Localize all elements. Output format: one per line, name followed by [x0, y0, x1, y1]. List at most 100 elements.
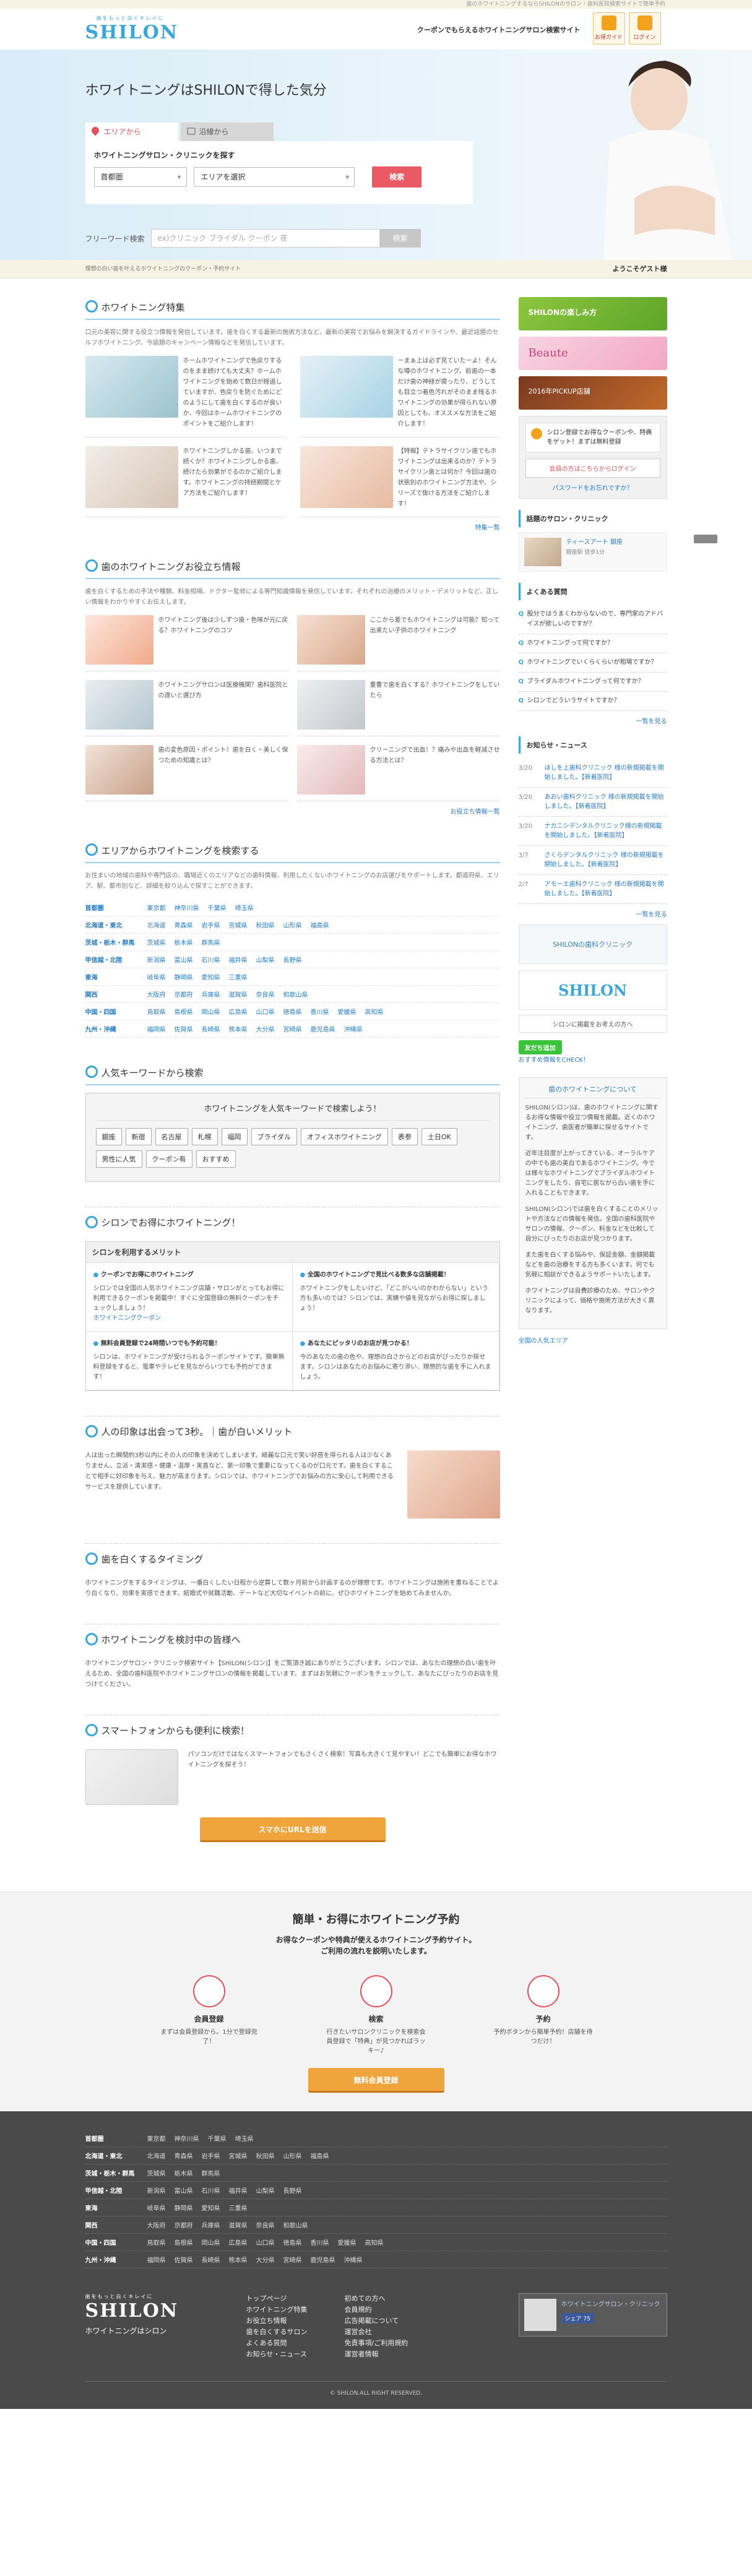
prefecture-link[interactable]: 宮崎県	[283, 1024, 302, 1033]
keyword-tag[interactable]: 福岡	[221, 1128, 248, 1145]
prefecture-link[interactable]: 福井県	[229, 955, 248, 964]
prefecture-link[interactable]: 福島県	[311, 920, 329, 929]
prefecture-link[interactable]: 熊本県	[229, 2255, 248, 2264]
news-item[interactable]: 3/7 さくらデンタルクリニック 様の新規掲載を開始しました。【新着医院】	[518, 846, 667, 875]
prefecture-link[interactable]: 三重県	[229, 2203, 248, 2212]
prefecture-link[interactable]: 愛知県	[202, 2203, 220, 2212]
keyword-tag[interactable]: 表参	[391, 1128, 418, 1145]
prefecture-select[interactable]: 首都圏	[93, 167, 187, 187]
sidebar-banner-pickup[interactable]: 2016年PICKUP店舗	[518, 376, 667, 410]
area-select[interactable]: エリアを選択	[194, 167, 355, 187]
keyword-tag[interactable]: おすすめ	[196, 1150, 236, 1168]
prefecture-link[interactable]: 京都府	[175, 2220, 193, 2229]
prefecture-link[interactable]: 青森県	[175, 920, 193, 929]
tip-card[interactable]: ホワイトニングサロンは医療機関？歯科医院との違いと選び方	[85, 680, 288, 736]
area-search-button[interactable]: 検索	[372, 166, 422, 187]
news-item[interactable]: 3/20 ほしを上歯科クリニック 様の新規掲載を開始しました。【新着医院】	[518, 759, 667, 788]
prefecture-link[interactable]: 群馬県	[202, 937, 220, 947]
news-item[interactable]: 2/7 アモーエ歯科クリニック 様の新規掲載を開始しました。【新着医院】	[518, 875, 667, 904]
tip-card[interactable]: クリーニングで出血！？痛みや出血を軽減させる方法とは？	[296, 745, 500, 801]
prefecture-link[interactable]: 大阪府	[147, 989, 166, 999]
prefecture-link[interactable]: 奈良県	[256, 2220, 275, 2229]
prefecture-link[interactable]: 山梨県	[256, 2186, 275, 2195]
footer-link[interactable]: お知らせ・ニュース	[246, 2349, 308, 2360]
prefecture-link[interactable]: 島根県	[175, 1007, 193, 1016]
footer-facebook-banner[interactable]: ホワイトニングサロン・クリニック シェア 75	[518, 2293, 667, 2337]
prefecture-link[interactable]: 鹿児島県	[311, 2255, 335, 2264]
prefecture-link[interactable]: 滋賀県	[229, 2220, 248, 2229]
tip-card[interactable]: ここから差でもホワイトニングは可能？知って出来たい子供のホワイトニング	[296, 615, 500, 671]
sidebar-banner-guide[interactable]: SHILONの楽しみ方	[518, 297, 667, 330]
send-url-button[interactable]: スマホにURLを送信	[199, 1817, 386, 1842]
prefecture-link[interactable]: 千葉県	[208, 2134, 227, 2143]
prefecture-link[interactable]: 大分県	[256, 1024, 275, 1033]
prefecture-link[interactable]: 岩手県	[202, 2151, 220, 2160]
prefecture-link[interactable]: 大分県	[256, 2255, 275, 2264]
coupon-link[interactable]: ホワイトニングクーポン	[93, 1315, 162, 1322]
feature-card[interactable]: ホームホワイトニングで色戻りするのをまま続けても大丈夫？ホームホワイトニングを始…	[85, 356, 285, 437]
keyword-tag[interactable]: 銀座	[95, 1128, 122, 1145]
prefecture-link[interactable]: 三重県	[229, 972, 248, 981]
prefecture-link[interactable]: 愛知県	[202, 972, 220, 981]
prefecture-link[interactable]: 兵庫県	[202, 989, 220, 999]
faq-item[interactable]: シロンでどういうサイトですか？	[518, 692, 667, 711]
prefecture-link[interactable]: 愛媛県	[338, 2238, 357, 2247]
page-side-tab[interactable]	[694, 535, 717, 543]
prefecture-link[interactable]: 滋賀県	[229, 989, 248, 999]
footer-link[interactable]: ホワイトニング特集	[246, 2304, 308, 2315]
faq-item[interactable]: ホワイトニングでいくらくらいが相場ですか？	[518, 653, 667, 673]
prefecture-link[interactable]: 福島県	[311, 2151, 329, 2160]
feature-more-link[interactable]: 特集一覧	[475, 525, 500, 532]
prefecture-link[interactable]: 岐阜県	[147, 972, 166, 981]
prefecture-link[interactable]: 新潟県	[147, 955, 166, 964]
keyword-tag[interactable]: クーポン有	[145, 1150, 192, 1168]
freeword-search-button[interactable]: 検索	[379, 229, 421, 248]
faq-item[interactable]: ホワイトニングって何ですか？	[518, 634, 667, 653]
freeword-input[interactable]: ex)クリニック ブライダル クーポン 夜	[150, 229, 380, 248]
footer-link[interactable]: トップページ	[246, 2293, 308, 2304]
prefecture-link[interactable]: 山形県	[283, 920, 302, 929]
prefecture-link[interactable]: 長崎県	[202, 1024, 220, 1033]
prefecture-link[interactable]: 和歌山県	[283, 2220, 308, 2229]
prefecture-link[interactable]: 大阪府	[147, 2220, 166, 2229]
prefecture-link[interactable]: 香川県	[311, 2238, 329, 2247]
forgot-password-link[interactable]: パスワードをお忘れですか？	[525, 483, 660, 492]
prefecture-link[interactable]: 徳島県	[283, 1007, 302, 1016]
line-info-link[interactable]: おすすめ情報をCHECK！	[519, 1057, 589, 1064]
keyword-tag[interactable]: ブライダル	[251, 1128, 298, 1145]
tip-card[interactable]: 歯の変色原因・ポイント！歯を白く・美しく保つための知識とは？	[85, 745, 288, 801]
sidebar-banner-beaute[interactable]: Beaute	[518, 337, 667, 370]
footer-link[interactable]: 免責事項/ご利用規約	[345, 2338, 408, 2349]
prefecture-link[interactable]: 広島県	[229, 2238, 248, 2247]
prefecture-link[interactable]: 秋田県	[256, 920, 275, 929]
free-register-button[interactable]: 無料会員登録	[308, 2068, 444, 2093]
prefecture-link[interactable]: 岡山県	[202, 1007, 220, 1016]
prefecture-link[interactable]: 神奈川県	[175, 2134, 199, 2143]
prefecture-link[interactable]: 徳島県	[283, 2238, 302, 2247]
footer-link[interactable]: 運営者情報	[345, 2349, 408, 2360]
prefecture-link[interactable]: 高知県	[365, 2238, 384, 2247]
footer-link[interactable]: 広告掲載について	[345, 2315, 408, 2327]
tips-more-link[interactable]: お役立ち情報一覧	[451, 809, 500, 816]
prefecture-link[interactable]: 和歌山県	[283, 989, 308, 999]
popular-area-link[interactable]: 全国の人気エリア	[519, 1338, 568, 1345]
prefecture-link[interactable]: 奈良県	[256, 989, 275, 999]
prefecture-link[interactable]: 福岡県	[147, 1024, 166, 1033]
prefecture-link[interactable]: 北海道	[147, 920, 166, 929]
news-item[interactable]: 3/20 ナカニシデンタルクリニック様の新規掲載を開始しました。【新着医院】	[518, 817, 667, 846]
prefecture-link[interactable]: 東京都	[147, 903, 166, 912]
prefecture-link[interactable]: 埼玉県	[235, 2134, 254, 2143]
prefecture-link[interactable]: 石川県	[202, 955, 220, 964]
ad-banner-shilon[interactable]: SHILON	[518, 970, 667, 1010]
prefecture-link[interactable]: 鹿児島県	[311, 1024, 335, 1033]
prefecture-link[interactable]: 東京都	[147, 2134, 166, 2143]
footer-logo[interactable]: 歯をもっと白くキレイに SHILON ホワイトニングはシロン	[85, 2293, 209, 2360]
prefecture-link[interactable]: 佐賀県	[175, 1024, 193, 1033]
prefecture-link[interactable]: 鳥取県	[147, 1007, 166, 1016]
prefecture-link[interactable]: 宮城県	[229, 2151, 248, 2160]
footer-link[interactable]: 運営会社	[345, 2327, 408, 2338]
footer-link[interactable]: よくある質問	[246, 2338, 308, 2349]
prefecture-link[interactable]: 千葉県	[208, 903, 227, 912]
listing-link[interactable]: シロンに掲載をお考えの方へ	[518, 1015, 667, 1033]
keyword-tag[interactable]: 男性に人気	[95, 1150, 142, 1168]
